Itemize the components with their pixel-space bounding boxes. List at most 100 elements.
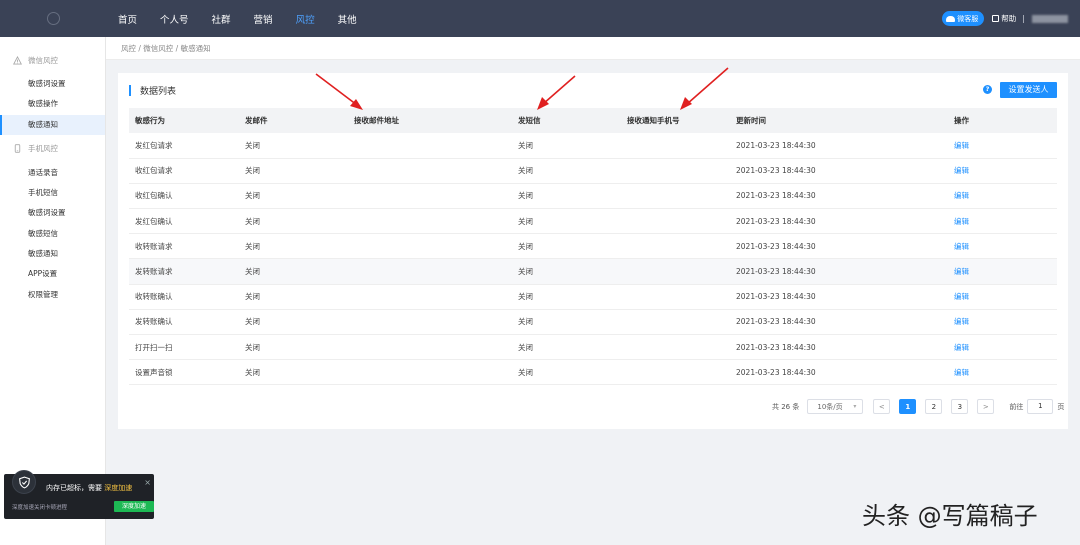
watermark: 头条 @写篇稿子 [862,502,1038,530]
goto-page-input[interactable]: 1 [1027,399,1054,414]
cell-send-sms: 关闭 [512,158,621,184]
edit-link[interactable]: 编辑 [948,133,1057,159]
cell-behavior: 收转账确认 [129,284,239,310]
help-link[interactable]: 帮助 [992,13,1016,24]
nav-item-home[interactable]: 首页 [118,12,137,26]
cell-send-sms: 关闭 [512,183,621,210]
cell-send-email: 关闭 [239,334,348,361]
page-button-3[interactable]: 3 [951,399,969,414]
sidebar-group-wechat-risk: 微信风控 [0,50,105,70]
cell-behavior: 打开扫一扫 [129,334,239,361]
help-label: 帮助 [1001,14,1017,23]
cell-email-address [348,183,512,210]
cell-notify-phone [621,158,730,184]
sidebar-item-phone-sensitive-word[interactable]: 敏感词设置 [0,203,105,223]
cell-send-email: 关闭 [239,208,348,235]
cell-notify-phone [621,284,730,310]
edit-link[interactable]: 编辑 [948,334,1057,361]
cell-update-time: 2021-03-23 18:44:30 [730,284,948,310]
nav-item-risk-control[interactable]: 风控 [296,12,315,26]
cell-send-email: 关闭 [239,158,348,184]
top-nav: 首页 个人号 社群 营销 风控 其他 [118,0,380,37]
logo[interactable] [0,0,106,37]
table-row: 发红包请求 关闭 关闭 2021-03-23 18:44:30 编辑 [129,133,1057,159]
cell-email-address [348,208,512,235]
cell-email-address [348,284,512,310]
nav-item-other[interactable]: 其他 [338,12,357,26]
cell-send-sms: 关闭 [512,133,621,159]
edit-link[interactable]: 编辑 [948,309,1057,336]
table-row: 收转账请求 关闭 关闭 2021-03-23 18:44:30 编辑 [129,233,1057,260]
cell-behavior: 发转账确认 [129,309,239,336]
nav-item-community[interactable]: 社群 [212,12,231,26]
cloud-icon [946,15,956,22]
sidebar-item-sensitive-sms[interactable]: 敏感短信 [0,224,105,244]
cell-update-time: 2021-03-23 18:44:30 [730,309,948,336]
cell-send-sms: 关闭 [512,309,621,336]
question-icon[interactable]: ? [983,85,992,94]
card-title: 数据列表 [129,84,176,97]
cell-notify-phone [621,258,730,285]
sidebar-item-app-settings[interactable]: APP设置 [0,264,105,284]
cell-email-address [348,158,512,184]
cell-behavior: 收红包确认 [129,183,239,210]
cell-send-email: 关闭 [239,359,348,386]
chevron-down-icon: ▾ [853,403,857,410]
goto-suffix: 页 [1057,402,1065,411]
set-sender-button[interactable]: 设置发送人 [1000,82,1057,98]
warning-icon [13,55,22,65]
edit-link[interactable]: 编辑 [948,208,1057,235]
table-row: 发转账请求 关闭 关闭 2021-03-23 18:44:30 编辑 [129,258,1057,285]
cell-update-time: 2021-03-23 18:44:30 [730,208,948,235]
logo-icon [46,12,60,25]
toast-message-text: 内存已超标，需要 [46,484,105,492]
sidebar-item-sensitive-notify[interactable]: 敏感通知 [0,114,105,136]
sidebar-group-label: 微信风控 [28,55,58,65]
edit-link[interactable]: 编辑 [948,258,1057,285]
sidebar-item-phone-sensitive-notify[interactable]: 敏感通知 [0,244,105,264]
col-header-actions: 操作 [948,108,1057,133]
top-right-tools: 微客服 帮助 | [942,0,1080,37]
pagination: 共 26 条 10条/页 ▾ < 1 2 3 > 前往 1 页 [772,399,1064,414]
page-button-2[interactable]: 2 [925,399,943,414]
cell-notify-phone [621,309,730,336]
sidebar-item-phone-sms[interactable]: 手机短信 [0,183,105,203]
service-button[interactable]: 微客服 [942,11,985,26]
table-header-row: 敏感行为 发邮件 接收邮件地址 发短信 接收通知手机号 更新时间 操作 [129,108,1057,133]
help-doc-icon [992,15,1000,22]
sidebar-item-sensitive-word[interactable]: 敏感词设置 [0,74,105,94]
page-button-1[interactable]: 1 [899,399,917,414]
service-label: 微客服 [957,14,979,23]
edit-link[interactable]: 编辑 [948,359,1057,386]
next-page-button[interactable]: > [977,399,995,414]
cell-send-email: 关闭 [239,233,348,260]
toast-message-highlight: 深度加速 [104,484,133,492]
cell-behavior: 收转账请求 [129,233,239,260]
col-header-send-sms: 发短信 [512,108,621,133]
cell-send-sms: 关闭 [512,208,621,235]
cell-behavior: 收红包请求 [129,158,239,184]
sidebar-item-sensitive-operation[interactable]: 敏感操作 [0,94,105,114]
cell-behavior: 设置声音锁 [129,359,239,386]
cell-update-time: 2021-03-23 18:44:30 [730,359,948,386]
table-row: 打开扫一扫 关闭 关闭 2021-03-23 18:44:30 编辑 [129,334,1057,361]
cell-behavior: 发转账请求 [129,258,239,285]
nav-item-marketing[interactable]: 营销 [254,12,273,26]
sidebar-item-permissions[interactable]: 权限管理 [0,285,105,305]
edit-link[interactable]: 编辑 [948,158,1057,184]
nav-item-personal[interactable]: 个人号 [160,12,189,26]
page-size-select[interactable]: 10条/页 ▾ [807,399,864,414]
sidebar-item-call-recording[interactable]: 通话录音 [0,163,105,183]
prev-page-button[interactable]: < [873,399,891,414]
pagination-total: 共 26 条 [772,402,800,411]
user-name-blurred[interactable] [1032,14,1068,23]
edit-link[interactable]: 编辑 [948,284,1057,310]
cell-email-address [348,258,512,285]
top-navbar: 首页 个人号 社群 营销 风控 其他 微客服 帮助 | [0,0,1080,37]
table-row: 收红包请求 关闭 关闭 2021-03-23 18:44:30 编辑 [129,158,1057,184]
close-icon[interactable]: × [144,478,151,487]
edit-link[interactable]: 编辑 [948,233,1057,260]
edit-link[interactable]: 编辑 [948,183,1057,210]
cell-email-address [348,233,512,260]
deep-accelerate-button[interactable]: 深度加速 [114,501,154,512]
